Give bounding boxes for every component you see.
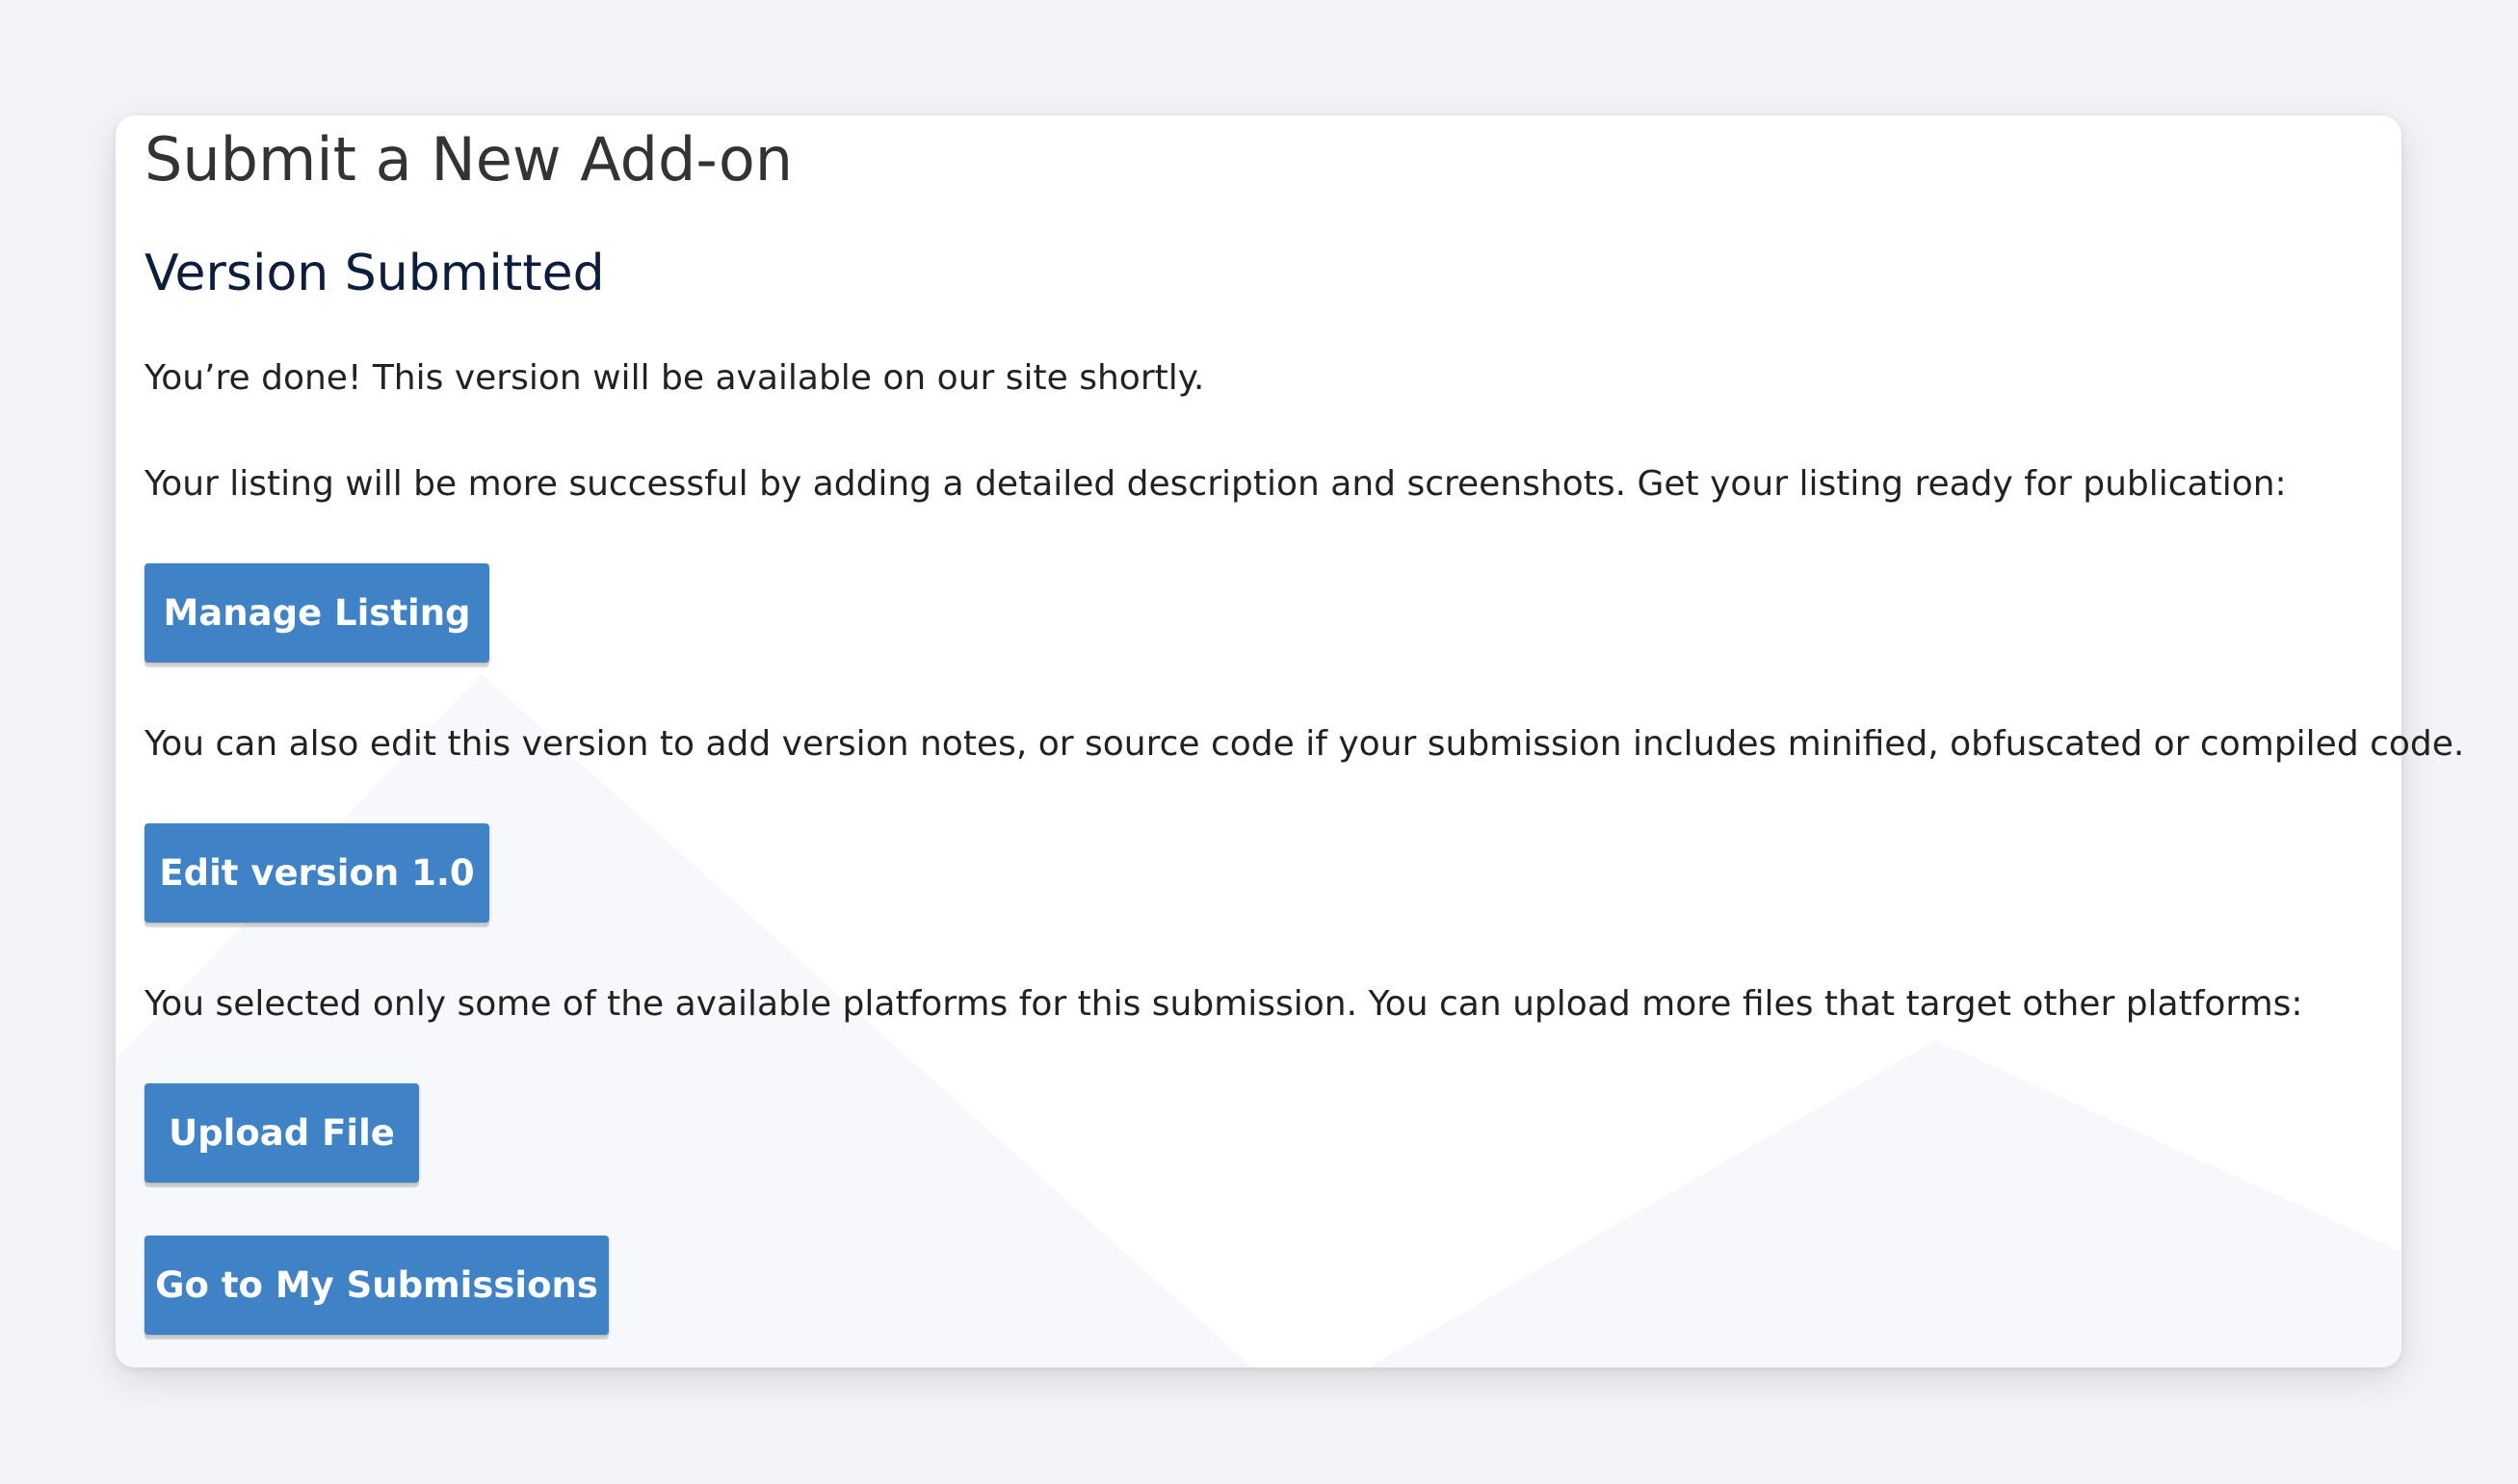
section-title: Version Submitted bbox=[144, 245, 605, 302]
upload-file-button[interactable]: Upload File bbox=[144, 1083, 419, 1183]
page-title: Submit a New Add-on bbox=[144, 124, 794, 195]
platforms-hint: You selected only some of the available … bbox=[144, 984, 2303, 1024]
edit-version-button[interactable]: Edit version 1.0 bbox=[144, 823, 489, 923]
manage-listing-button[interactable]: Manage Listing bbox=[144, 563, 489, 663]
done-message: You’re done! This version will be availa… bbox=[144, 358, 1205, 398]
edit-hint: You can also edit this version to add ve… bbox=[144, 724, 2465, 764]
listing-hint: Your listing will be more successful by … bbox=[144, 464, 2287, 504]
my-submissions-button[interactable]: Go to My Submissions bbox=[144, 1236, 609, 1335]
